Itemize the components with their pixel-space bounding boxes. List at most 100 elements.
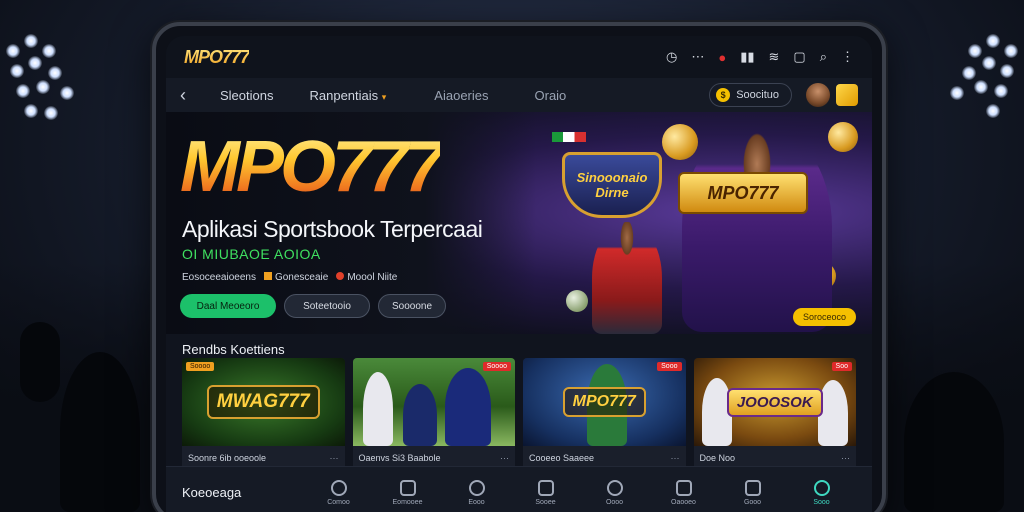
wifi-icon: ≋ <box>768 49 780 64</box>
tablet-device: MPO777 ◷ ⋯ ● ▮▮ ≋ ▢ ⌕ ⋮ ‹ Sleotions Ranp… <box>152 22 886 512</box>
more-icon[interactable]: ⋯ <box>330 453 339 464</box>
tab-1-label: Comoo <box>327 498 350 506</box>
hero-banner: Sinooonaio Dirne MPO777 Soroceoco MPO777… <box>166 112 872 334</box>
status-icons: ◷ ⋯ ● ▮▮ ≋ ▢ ⌕ ⋮ <box>666 49 854 65</box>
flag-icon <box>552 132 586 142</box>
tv-icon <box>537 479 554 496</box>
primary-cta-button[interactable]: Daal Meoeoro <box>180 294 276 318</box>
ticket-icon <box>675 479 692 496</box>
top-bar: MPO777 ◷ ⋯ ● ▮▮ ≋ ▢ ⌕ ⋮ <box>166 36 872 78</box>
hero-artwork: Sinooonaio Dirne MPO777 Soroceoco <box>532 112 872 334</box>
card-caption-text: Doe Noo <box>699 453 736 463</box>
card-logo: JOOOSOK <box>726 387 823 417</box>
tab-1[interactable]: Comoo <box>304 479 373 506</box>
game-card-4[interactable]: Soo JOOOSOK Doe Noo ⋯ <box>693 358 856 470</box>
tab-8[interactable]: Sooo <box>787 479 856 506</box>
football-icon <box>468 479 485 496</box>
nav-bar: ‹ Sleotions Ranpentiais ▾ Aiaoeries Orai… <box>166 78 872 112</box>
nav-item-2-label: Ranpentiais <box>309 87 379 103</box>
card-tag: Soo <box>831 362 852 371</box>
nav-item-2[interactable]: Ranpentiais ▾ <box>309 88 386 103</box>
hero-meta-2: Gonesceaie <box>263 272 328 283</box>
gold-coin-2 <box>828 122 858 152</box>
window-icon[interactable]: ▢ <box>793 49 805 65</box>
hero-meta-3: Moool Niite <box>336 272 397 283</box>
more-icon[interactable]: ⋯ <box>500 453 509 464</box>
secondary-button[interactable]: Soteetooio <box>284 294 370 318</box>
chevron-down-icon: ▾ <box>381 91 387 102</box>
card-caption-text: Soonre 6ib ooeoole <box>188 453 267 463</box>
more-icon[interactable]: ⋯ <box>671 453 680 464</box>
featured-section-title: Rendbs Koettiens <box>182 342 285 357</box>
record-icon: ● <box>718 49 727 65</box>
target-icon <box>606 479 623 496</box>
nav-item-1[interactable]: Sleotions <box>220 88 273 103</box>
tab-4-label: Sooee <box>535 498 556 506</box>
tab-7-label: Gooo <box>743 498 762 506</box>
tab-6-label: Oaooeo <box>671 498 696 506</box>
card-caption-text: Oaenvs Si3 Baabole <box>358 453 441 463</box>
signal-icon: ▮▮ <box>740 49 755 64</box>
app-logo[interactable]: MPO777 <box>184 47 250 68</box>
tab-8-label: Sooo <box>813 498 830 506</box>
tab-6[interactable]: Oaooeo <box>649 479 718 506</box>
tab-7[interactable]: Gooo <box>718 479 787 506</box>
stadium-lights-right <box>914 20 1024 140</box>
card-caption-text: Cooeeo Saaeee <box>529 453 595 463</box>
tab-4[interactable]: Sooee <box>511 479 580 506</box>
game-card-3[interactable]: Sooo MPO777 Cooeeo Saaeee ⋯ <box>523 358 686 470</box>
game-card-image: Sooo MPO777 <box>523 358 686 446</box>
tab-3[interactable]: Eooo <box>442 479 511 506</box>
hero-meta-1: Eosoceeaioeens <box>182 272 256 283</box>
card-logo: MWAG777 <box>206 385 320 419</box>
chat-icon <box>330 479 347 496</box>
hero-subtitle: Aplikasi Sportsbook Terpercaai <box>182 216 483 242</box>
game-card-image: Soooo MWAG777 <box>182 358 345 446</box>
tertiary-button-label: Soooone <box>391 300 433 312</box>
card-logo: MPO777 <box>562 387 646 417</box>
player-figure <box>402 384 437 446</box>
wallet-icon[interactable] <box>836 84 858 106</box>
tab-5[interactable]: Oooo <box>580 479 649 506</box>
profile-icon <box>813 479 830 496</box>
tab-3-label: Eooo <box>468 498 485 506</box>
bottom-bar: Koeoeaga Comoo Eomooee Eooo Sooee Oooo O… <box>166 466 872 512</box>
tab-2[interactable]: Eomooee <box>373 479 442 506</box>
menu-icon[interactable]: ⋮ <box>841 49 854 65</box>
app-screen: MPO777 ◷ ⋯ ● ▮▮ ≋ ▢ ⌕ ⋮ ‹ Sleotions Ranp… <box>166 36 872 512</box>
game-card-1[interactable]: Soooo MWAG777 Soonre 6ib ooeoole ⋯ <box>182 358 345 470</box>
badge-icon <box>263 272 272 280</box>
more-icon[interactable]: ⋯ <box>841 453 850 464</box>
gold-coin-4 <box>566 290 588 312</box>
calendar-icon <box>399 479 416 496</box>
crowd-left <box>0 262 170 512</box>
player-figure <box>362 372 393 446</box>
back-arrow-icon[interactable]: ‹ <box>180 85 206 106</box>
nav-item-4[interactable]: Oraio <box>535 88 567 103</box>
trophy-shield: Sinooonaio Dirne <box>562 152 662 218</box>
avatar[interactable] <box>806 83 830 107</box>
balance-pill[interactable]: $ Soocituo <box>709 83 792 107</box>
game-card-image: Soooo <box>352 358 515 446</box>
gold-coin-1 <box>662 124 698 160</box>
clock-icon: ◷ <box>666 49 678 64</box>
promo-pill[interactable]: Soroceoco <box>792 308 856 326</box>
player-purple-figure <box>682 122 832 332</box>
hero-meta: Eosoceeaioeens Gonesceaie Moool Niite <box>182 272 397 283</box>
live-icon <box>336 272 345 280</box>
coin-icon: $ <box>716 88 731 102</box>
player-figure <box>444 368 491 446</box>
game-card-image: Soo JOOOSOK <box>693 358 856 446</box>
stadium-lights-left <box>0 20 110 140</box>
tab-bar: Comoo Eomooee Eooo Sooee Oooo Oaooeo Goo… <box>304 479 856 506</box>
tab-5-label: Oooo <box>605 498 624 506</box>
featured-cards: Soooo MWAG777 Soonre 6ib ooeoole ⋯ Soooo… <box>166 358 872 470</box>
hero-buttons: Daal Meoeoro Soteetooio Soooone <box>180 294 446 318</box>
tertiary-button[interactable]: Soooone <box>378 294 446 318</box>
player-badge: MPO777 <box>678 172 808 214</box>
gift-icon <box>744 479 761 496</box>
nav-item-3[interactable]: Aiaoeries <box>434 88 488 103</box>
player-red-figure <box>592 222 662 334</box>
game-card-2[interactable]: Soooo Oaenvs Si3 Baabole ⋯ <box>352 358 515 470</box>
search-icon[interactable]: ⌕ <box>820 49 827 65</box>
